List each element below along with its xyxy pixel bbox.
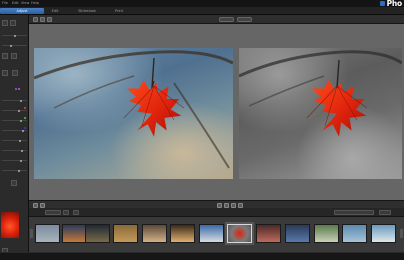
levels-icon[interactable] bbox=[12, 70, 18, 76]
fit-icon[interactable] bbox=[40, 202, 45, 208]
slider-track[interactable] bbox=[2, 100, 27, 101]
film-thumb[interactable] bbox=[142, 224, 167, 243]
rotate-icon[interactable] bbox=[11, 53, 17, 59]
next-icon[interactable] bbox=[231, 202, 236, 208]
film-thumb[interactable] bbox=[35, 224, 60, 243]
previous-icon[interactable] bbox=[217, 202, 222, 208]
maple-leaf-photo bbox=[34, 50, 233, 169]
zoom-out-button[interactable] bbox=[219, 17, 234, 22]
slider-track[interactable] bbox=[2, 140, 27, 141]
tab-print[interactable]: Print bbox=[97, 8, 141, 14]
film-thumb[interactable] bbox=[256, 224, 281, 243]
search-input[interactable] bbox=[334, 210, 374, 215]
crop-icon[interactable] bbox=[2, 53, 8, 59]
menu-edit[interactable]: Edit bbox=[12, 1, 19, 5]
slider-track[interactable] bbox=[2, 160, 27, 161]
compare-icon[interactable] bbox=[33, 202, 38, 208]
sort-icon[interactable] bbox=[63, 210, 69, 215]
slider-handle[interactable] bbox=[14, 34, 16, 37]
red-swatch bbox=[24, 107, 26, 109]
slider-track[interactable] bbox=[2, 120, 27, 121]
slider-handle[interactable] bbox=[19, 139, 21, 142]
maple-leaf-photo bbox=[239, 50, 402, 137]
tool-icon[interactable] bbox=[11, 180, 17, 186]
history-icon[interactable] bbox=[10, 20, 16, 26]
green-swatch bbox=[24, 117, 26, 119]
slider-handle[interactable] bbox=[10, 44, 12, 47]
view-icon[interactable] bbox=[379, 210, 391, 215]
status-bar bbox=[0, 252, 404, 260]
redo-icon[interactable] bbox=[40, 17, 45, 22]
blue-swatch bbox=[24, 127, 26, 129]
menu-help[interactable]: Help bbox=[31, 1, 39, 5]
scroll-right-icon[interactable] bbox=[400, 229, 403, 238]
film-thumb[interactable] bbox=[285, 224, 310, 243]
slider-track[interactable] bbox=[2, 150, 27, 151]
film-thumb[interactable] bbox=[170, 224, 195, 243]
zoom-in-button[interactable] bbox=[237, 17, 252, 22]
slider-track[interactable] bbox=[2, 110, 27, 111]
menu-file[interactable]: File bbox=[2, 1, 8, 5]
mode-tabs: Adjust Edit Slideshow Print bbox=[0, 7, 404, 15]
preview-thumbnail bbox=[1, 212, 19, 238]
slider-handle[interactable] bbox=[20, 99, 22, 102]
undo-icon[interactable] bbox=[33, 17, 38, 22]
adjustments-panel bbox=[0, 15, 29, 260]
slider-track[interactable] bbox=[2, 45, 27, 46]
last-icon[interactable] bbox=[238, 202, 243, 208]
menu-view[interactable]: View bbox=[21, 1, 29, 5]
film-thumb[interactable] bbox=[199, 224, 224, 243]
play-icon[interactable] bbox=[224, 202, 229, 208]
app-logo: Pho bbox=[379, 0, 402, 8]
workspace-toolbar bbox=[29, 15, 404, 24]
color-icon[interactable] bbox=[2, 70, 8, 76]
after-image[interactable] bbox=[239, 48, 402, 179]
before-image[interactable] bbox=[34, 48, 233, 179]
compare-workspace bbox=[29, 15, 404, 208]
blue-swatch bbox=[15, 88, 17, 90]
zoom-icon[interactable] bbox=[73, 210, 79, 215]
preset-icon[interactable] bbox=[2, 20, 8, 26]
slider-handle[interactable] bbox=[22, 129, 24, 132]
filmstrip bbox=[29, 217, 404, 252]
magenta-swatch bbox=[18, 88, 20, 90]
film-thumb[interactable] bbox=[62, 224, 87, 243]
slider-handle[interactable] bbox=[20, 119, 22, 122]
app-logo-icon bbox=[379, 1, 385, 6]
slider-handle[interactable] bbox=[18, 169, 20, 172]
film-thumb[interactable] bbox=[371, 224, 396, 243]
film-thumb[interactable] bbox=[85, 224, 110, 243]
filmstrip-header bbox=[29, 208, 404, 217]
workspace-bottom-bar bbox=[29, 200, 404, 208]
slider-handle[interactable] bbox=[20, 159, 22, 162]
film-thumb[interactable] bbox=[342, 224, 367, 243]
scroll-left-icon[interactable] bbox=[30, 229, 33, 238]
film-thumb[interactable] bbox=[113, 224, 138, 243]
filter-dropdown[interactable] bbox=[45, 210, 61, 215]
film-thumb-selected[interactable] bbox=[225, 222, 254, 245]
menu-bar: File Edit View Help Pho bbox=[0, 0, 404, 8]
slider-handle[interactable] bbox=[18, 109, 20, 112]
film-thumb[interactable] bbox=[314, 224, 339, 243]
slider-track[interactable] bbox=[2, 170, 27, 171]
rotate-left-icon[interactable] bbox=[47, 17, 52, 22]
slider-handle[interactable] bbox=[21, 149, 23, 152]
